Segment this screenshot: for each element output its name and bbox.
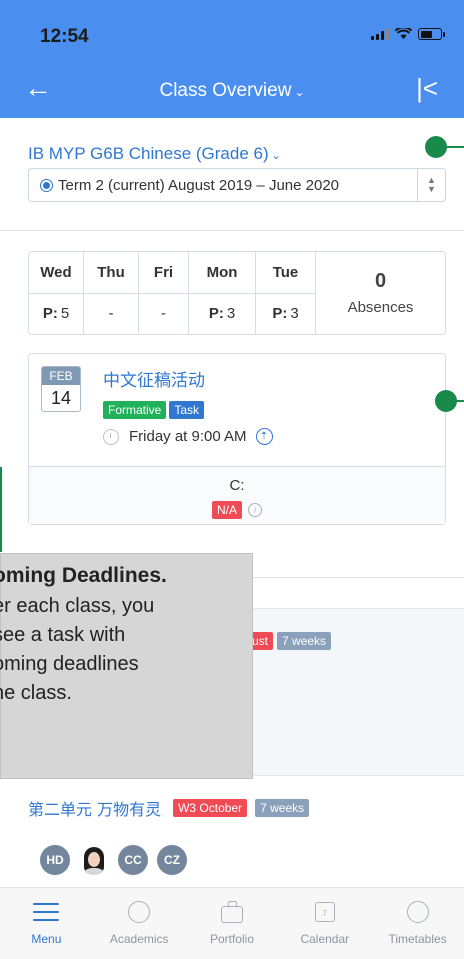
clock-icon	[103, 428, 119, 445]
tab-portfolio[interactable]: Portfolio	[186, 888, 279, 959]
tab-label: Timetables	[388, 932, 447, 946]
tutorial-marker-line	[455, 400, 464, 402]
avatar-photo[interactable]	[79, 845, 109, 875]
info-icon[interactable]: i	[248, 503, 262, 517]
tooltip-body: er each class, you see a task with oming…	[0, 592, 252, 708]
grade-label: C:	[229, 477, 245, 494]
grade-row: N/A i	[29, 501, 445, 519]
chevron-down-icon: ⌄	[294, 85, 305, 99]
status-icons	[371, 28, 445, 40]
attendance-day-name: Fri	[139, 252, 188, 294]
chevron-down-icon: ⌄	[271, 150, 281, 162]
attendance-day-name: Tue	[256, 252, 315, 294]
unit-title[interactable]: 第二单元 万物有灵	[28, 796, 161, 820]
collapse-icon[interactable]: |<	[416, 74, 438, 102]
tutorial-tooltip: oming Deadlines. er each class, you see …	[0, 553, 253, 779]
app-header: 12:54 ← Class Overview ⌄ |<	[0, 0, 464, 118]
tutorial-marker-dot	[435, 390, 457, 412]
signal-icon	[371, 28, 389, 40]
attendance-day-value: -	[108, 305, 114, 323]
term-select[interactable]: Term 2 (current) August 2019 – June 2020…	[28, 168, 446, 202]
upcoming-task-card[interactable]: FEB 14 中文征稿活动 Formative Task Friday at 9…	[28, 353, 446, 525]
term-label: Term 2 (current) August 2019 – June 2020	[58, 176, 340, 194]
calendar-icon: 7	[312, 900, 338, 924]
attendance-table: Wed P: 5 Thu - Fri - Mon P: 3 Tue P: 3 0 Ab…	[28, 251, 446, 335]
tab-timetables[interactable]: Timetables	[371, 888, 464, 959]
class-name: IB MYP G6B Chinese (Grade 6)	[28, 144, 269, 163]
absences-count: 0	[374, 270, 387, 292]
attendance-day: Tue P: 3	[256, 252, 316, 334]
attendance-day: Wed P: 5	[29, 252, 84, 334]
page-title: Class Overview	[159, 80, 292, 101]
unit-duration-tag: 7 weeks	[277, 632, 332, 650]
attendance-day-name: Wed	[29, 252, 83, 294]
absences-label: Absences	[347, 299, 414, 316]
briefcase-icon	[219, 900, 245, 924]
battery-icon	[418, 28, 445, 40]
tooltip-line: he class.	[0, 682, 72, 704]
unit-date-tag: W3 October	[173, 799, 248, 817]
tutorial-marker-line	[446, 146, 464, 148]
status-time: 12:54	[40, 26, 89, 47]
teacher-avatars: HD CC CZ	[40, 845, 187, 875]
avatar[interactable]: HD	[40, 845, 70, 875]
divider	[0, 230, 464, 231]
menu-icon	[33, 900, 60, 924]
tooltip-line: see a task with	[0, 624, 126, 646]
task-time: Friday at 9:00 AM	[129, 428, 247, 445]
attendance-day: Mon P: 3	[189, 252, 256, 334]
gauge-icon	[126, 900, 152, 924]
tutorial-marker-dot	[425, 136, 447, 158]
clock-icon	[405, 900, 431, 924]
absences-summary: 0 Absences	[316, 252, 445, 334]
tutorial-connector-line	[0, 467, 2, 552]
tooltip-title: oming Deadlines.	[0, 564, 167, 587]
unit-row[interactable]: 第二单元 万物有灵 W3 October 7 weeks	[28, 796, 310, 820]
attendance-day: Fri -	[139, 252, 189, 334]
tab-label: Academics	[109, 932, 169, 946]
task-time-row: Friday at 9:00 AM ⇡	[103, 428, 273, 445]
unit-duration-tag: 7 weeks	[255, 799, 310, 817]
tab-academics[interactable]: Academics	[93, 888, 186, 959]
tooltip-line: oming deadlines	[0, 653, 139, 675]
attendance-day-value: -	[161, 305, 166, 323]
avatar[interactable]: CC	[118, 845, 148, 875]
page-title-dropdown[interactable]: Class Overview ⌄	[0, 80, 464, 102]
attendance-day-value: P: 3	[208, 305, 236, 323]
wifi-icon	[395, 28, 412, 39]
attendance-day-value: P: 5	[42, 305, 70, 323]
attendance-day-name: Mon	[189, 252, 255, 294]
task-day: 14	[50, 388, 72, 408]
task-title[interactable]: 中文征稿活动	[103, 366, 205, 391]
tab-label: Menu	[31, 932, 62, 946]
avatar[interactable]: CZ	[157, 845, 187, 875]
radio-selected-icon	[41, 179, 52, 191]
attendance-day: Thu -	[84, 252, 139, 334]
tab-calendar[interactable]: 7 Calendar	[278, 888, 371, 959]
tab-label: Portfolio	[209, 932, 254, 946]
task-tags: Formative Task	[103, 401, 205, 419]
grade-value-badge: N/A	[211, 501, 242, 519]
task-grade-footer: C: N/A i	[29, 466, 445, 524]
bottom-tab-bar: Menu Academics Portfolio 7 Calendar Time…	[0, 887, 464, 959]
task-date-badge: FEB 14	[41, 366, 81, 412]
attendance-day-value: P: 3	[272, 305, 299, 323]
tab-menu[interactable]: Menu	[0, 888, 93, 959]
select-stepper-icon: ▲ ▼	[417, 169, 445, 201]
attendance-day-name: Thu	[84, 252, 138, 294]
upload-icon[interactable]: ⇡	[255, 428, 273, 445]
tag-formative: Formative	[103, 401, 167, 419]
tooltip-line: er each class, you	[0, 595, 155, 617]
class-name-dropdown[interactable]: IB MYP G6B Chinese (Grade 6) ⌄	[28, 144, 281, 164]
task-month: FEB	[42, 367, 80, 385]
tab-label: Calendar	[300, 932, 350, 946]
tag-task: Task	[169, 401, 205, 419]
